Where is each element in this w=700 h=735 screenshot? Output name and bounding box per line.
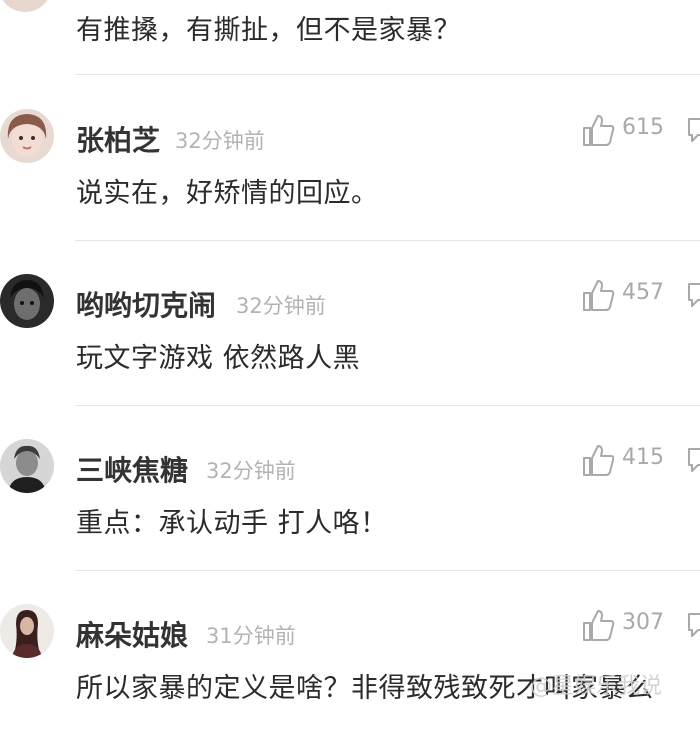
like-count: 307 [622,610,664,635]
username[interactable]: 哟哟切克闹 [76,284,216,324]
timestamp: 31分钟前 [206,624,296,648]
timestamp: 32分钟前 [206,459,296,483]
comment-item: 三峡焦糖 32分钟前 415 重点：承认动手 打人咯！ [0,405,700,570]
thumbs-up-icon[interactable] [580,443,616,479]
avatar[interactable] [0,274,54,328]
timestamp: 32分钟前 [236,294,326,318]
username[interactable]: 麻朵姑娘 [76,614,188,654]
like-count: 615 [622,115,664,140]
comment-bubble-icon[interactable] [686,280,700,310]
comment-item: 张柏芝 32分钟前 615 说实在，好矫情的回应。 [0,75,700,240]
avatar[interactable] [0,604,54,658]
comment-bubble-icon[interactable] [686,445,700,475]
like-count: 457 [622,280,664,305]
username[interactable]: 张柏芝 [76,119,160,159]
comment-item: 麻朵姑娘 31分钟前 307 所以家暴的定义是啥？非得致残致死才叫家暴么 [0,570,700,735]
avatar[interactable] [0,109,54,163]
timestamp: 32分钟前 [175,129,265,153]
thumbs-up-icon[interactable] [580,113,616,149]
comment-text: 重点：承认动手 打人咯！ [76,508,388,539]
comment-text: 说实在，好矫情的回应。 [76,178,379,209]
comment-bubble-icon[interactable] [686,115,700,145]
comment-item: 哟哟切克闹 32分钟前 457 玩文字游戏 依然路人黑 [0,240,700,405]
like-count: 415 [622,445,664,470]
watermark: @星娱乐我说 [530,674,663,699]
comment-bubble-icon[interactable] [686,610,700,640]
thumbs-up-icon[interactable] [580,278,616,314]
comment-text: 有推搡，有撕扯，但不是家暴？ [76,15,461,46]
avatar[interactable] [0,439,54,493]
username[interactable]: 三峡焦糖 [76,449,188,489]
comment-partial: 有推搡，有撕扯，但不是家暴？ [0,0,700,75]
comment-text: 玩文字游戏 依然路人黑 [76,343,361,374]
thumbs-up-icon[interactable] [580,608,616,644]
avatar[interactable] [0,0,52,12]
